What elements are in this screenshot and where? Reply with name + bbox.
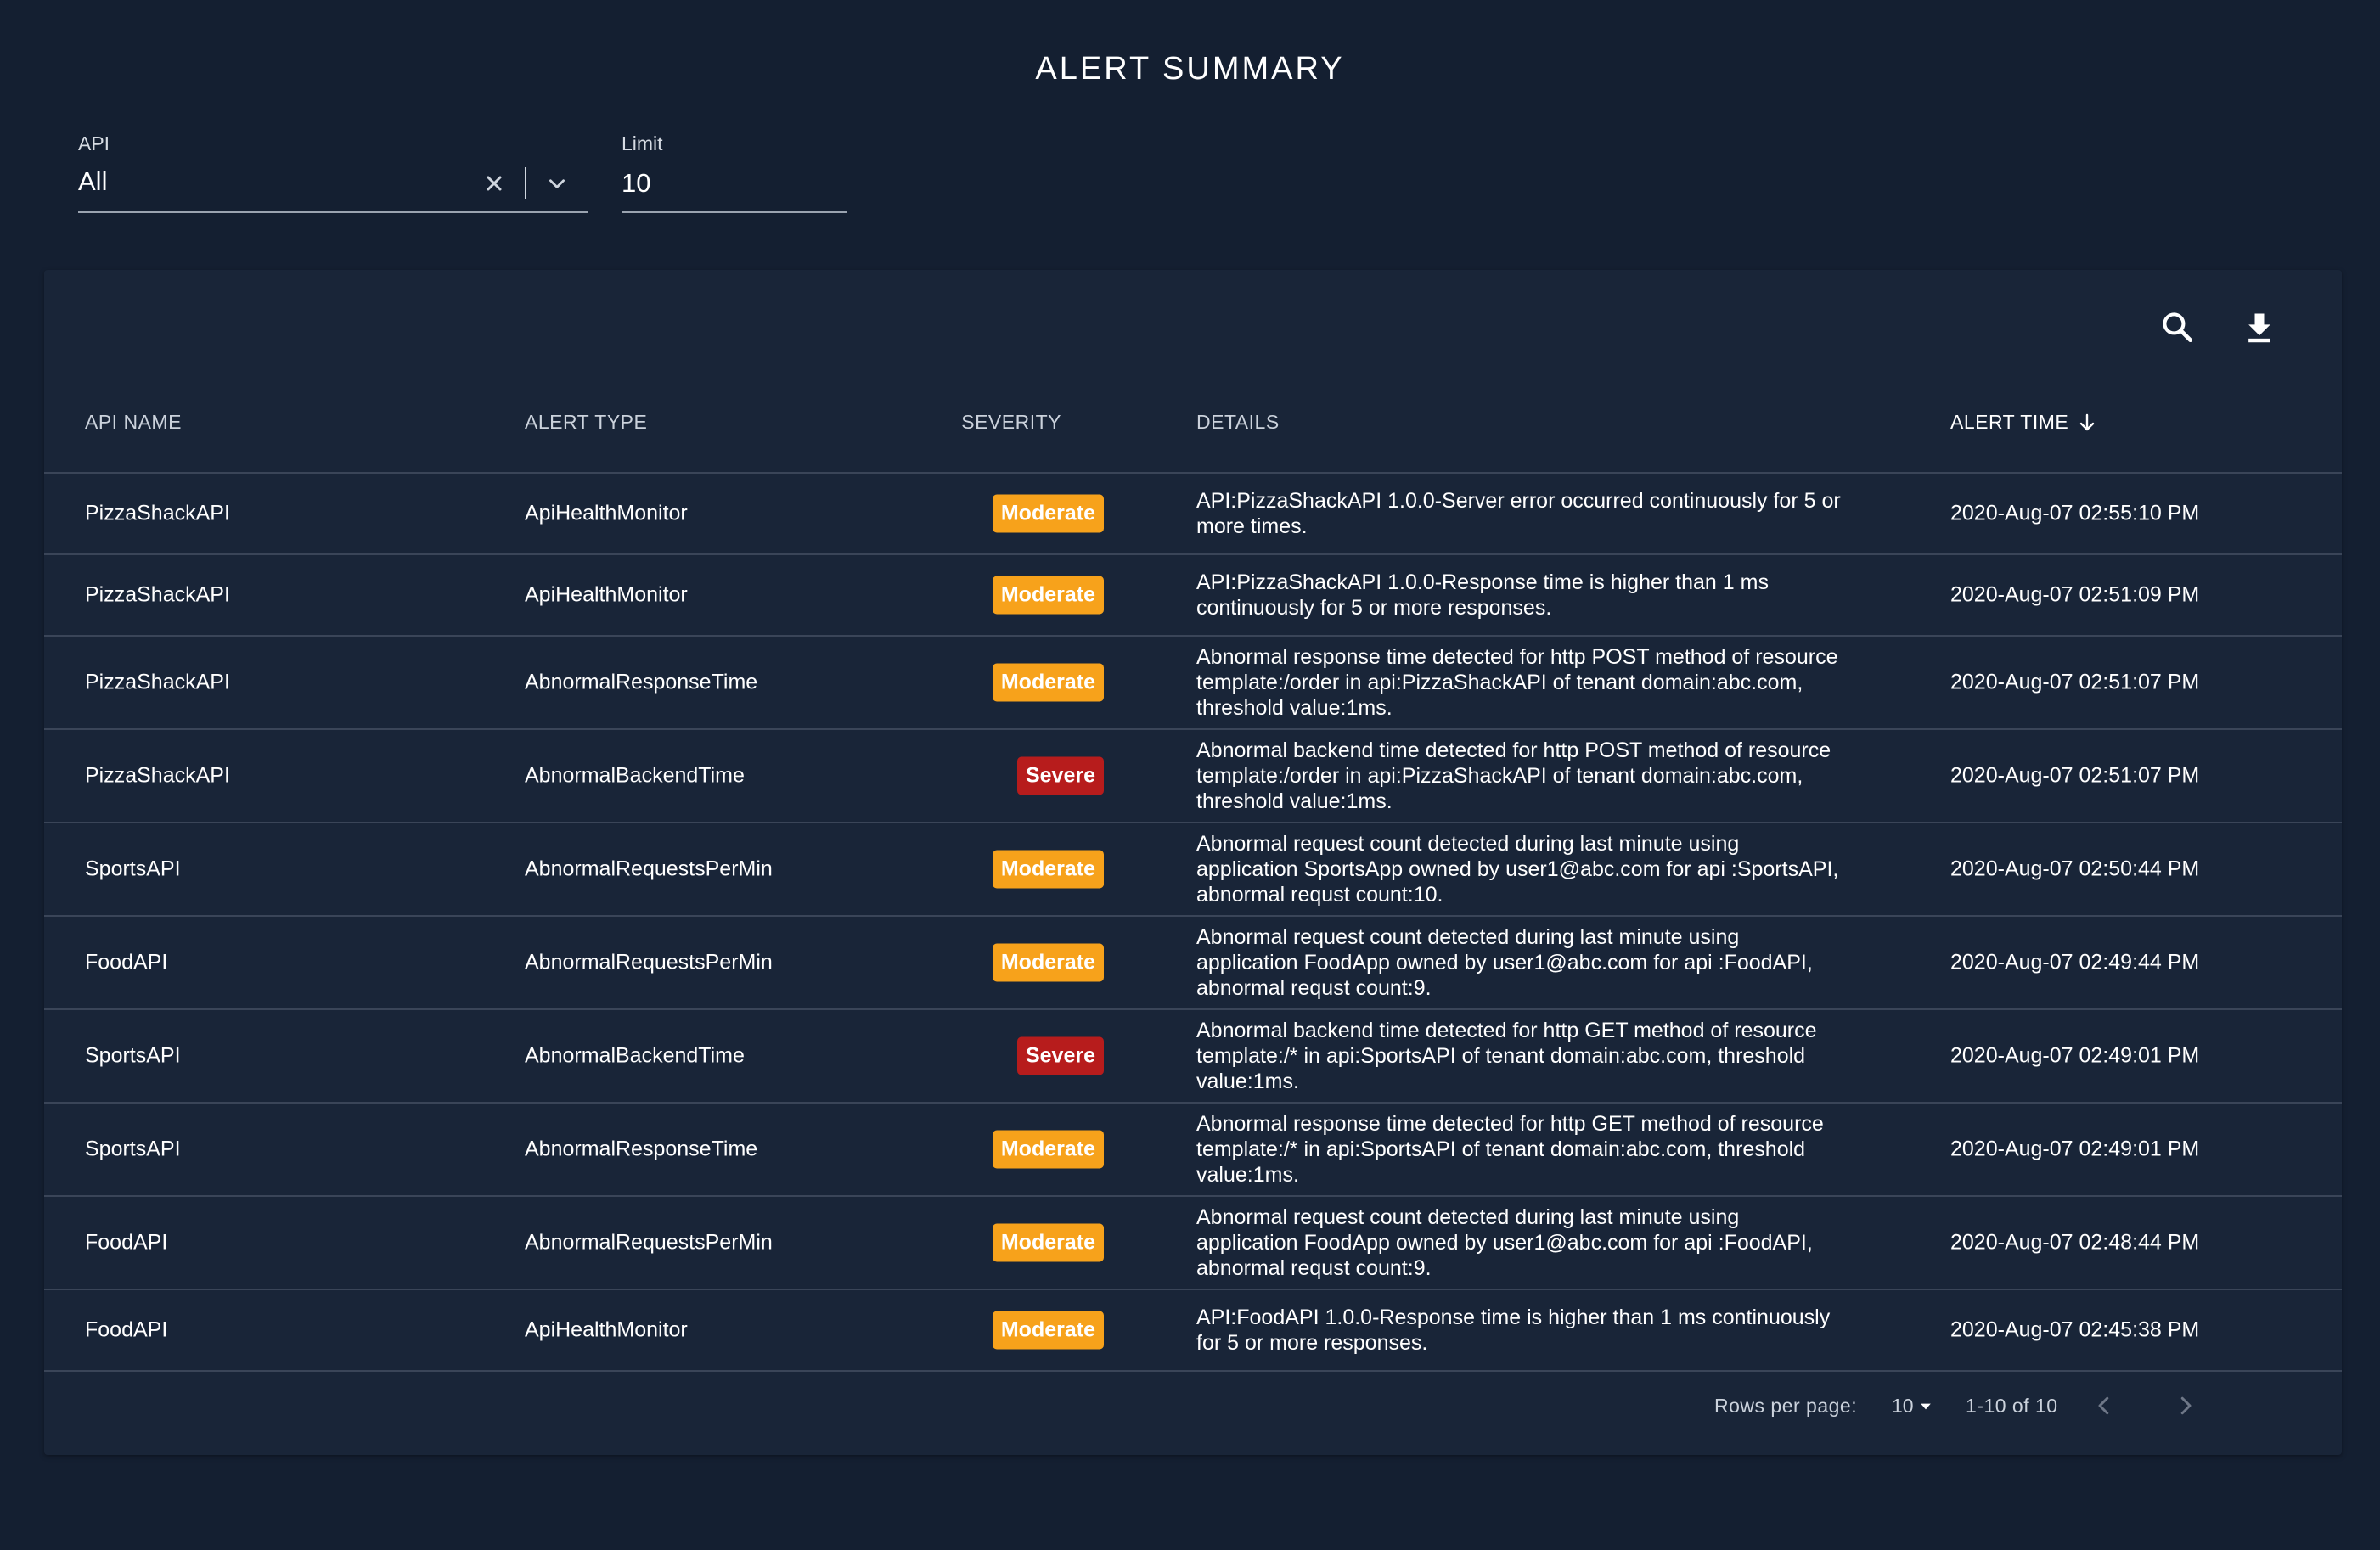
cell-severity: Moderate xyxy=(992,663,1104,702)
cell-alert-type: AbnormalRequestsPerMin xyxy=(525,950,773,974)
api-filter-label: API xyxy=(78,132,110,154)
cell-details: Abnormal backend time detected for http … xyxy=(1196,1019,1817,1093)
cell-api-name: PizzaShackAPI xyxy=(85,670,230,694)
alerts-table-body: PizzaShackAPI ApiHealthMonitor Moderate … xyxy=(44,472,2342,1372)
cell-alert-type: AbnormalBackendTime xyxy=(525,763,745,788)
cell-severity: Moderate xyxy=(992,850,1104,889)
cell-api-name: SportsAPI xyxy=(85,856,181,881)
cell-details: Abnormal response time detected for http… xyxy=(1196,645,1838,720)
severity-badge: Moderate xyxy=(992,1130,1104,1169)
cell-alert-type: AbnormalResponseTime xyxy=(525,670,758,694)
api-filter-separator xyxy=(525,167,526,199)
cell-alert-type: ApiHealthMonitor xyxy=(525,501,688,525)
pagination-range: 1-10 of 10 xyxy=(1966,1395,2058,1417)
cell-severity: Severe xyxy=(1016,1036,1104,1075)
chevron-down-icon[interactable] xyxy=(540,166,574,200)
table-row[interactable]: FoodAPI AbnormalRequestsPerMin Moderate … xyxy=(44,1195,2342,1289)
severity-badge: Moderate xyxy=(992,1311,1104,1350)
rows-per-page-select[interactable]: 10 xyxy=(1892,1395,1934,1418)
cell-severity: Moderate xyxy=(992,943,1104,982)
search-icon[interactable] xyxy=(2156,306,2200,350)
header-alert-time[interactable]: ALERT TIME xyxy=(1950,411,2097,434)
cell-api-name: SportsAPI xyxy=(85,1043,181,1068)
table-row[interactable]: SportsAPI AbnormalResponseTime Moderate … xyxy=(44,1102,2342,1195)
table-row[interactable]: PizzaShackAPI ApiHealthMonitor Moderate … xyxy=(44,553,2342,635)
severity-badge: Severe xyxy=(1016,756,1104,795)
cell-details: Abnormal request count detected during l… xyxy=(1196,925,1813,1000)
cell-alert-type: ApiHealthMonitor xyxy=(525,1317,688,1342)
limit-input[interactable]: 10 xyxy=(622,168,650,199)
cell-alert-time: 2020-Aug-07 02:49:01 PM xyxy=(1950,1043,2200,1068)
cell-severity: Severe xyxy=(1016,756,1104,795)
severity-badge: Moderate xyxy=(992,1223,1104,1262)
cell-severity: Moderate xyxy=(992,494,1104,533)
cell-alert-time: 2020-Aug-07 02:51:07 PM xyxy=(1950,763,2200,788)
cell-alert-type: AbnormalResponseTime xyxy=(525,1137,758,1161)
cell-severity: Moderate xyxy=(992,576,1104,615)
cell-details: Abnormal request count detected during l… xyxy=(1196,1205,1813,1280)
header-severity[interactable]: SEVERITY xyxy=(961,411,1061,434)
cell-alert-type: AbnormalRequestsPerMin xyxy=(525,1230,773,1255)
severity-badge: Moderate xyxy=(992,850,1104,889)
cell-alert-time: 2020-Aug-07 02:49:44 PM xyxy=(1950,950,2200,974)
cell-alert-time: 2020-Aug-07 02:48:44 PM xyxy=(1950,1230,2200,1255)
cell-api-name: FoodAPI xyxy=(85,1230,168,1255)
table-row[interactable]: PizzaShackAPI ApiHealthMonitor Moderate … xyxy=(44,472,2342,553)
cell-details: Abnormal response time detected for http… xyxy=(1196,1112,1824,1187)
chevron-right-icon[interactable] xyxy=(2167,1387,2204,1424)
table-row[interactable]: SportsAPI AbnormalRequestsPerMin Moderat… xyxy=(44,822,2342,915)
cell-api-name: PizzaShackAPI xyxy=(85,582,230,607)
severity-badge: Moderate xyxy=(992,663,1104,702)
cell-details: API:FoodAPI 1.0.0-Response time is highe… xyxy=(1196,1306,1831,1355)
rows-per-page-value: 10 xyxy=(1892,1395,1914,1417)
table-row[interactable]: FoodAPI AbnormalRequestsPerMin Moderate … xyxy=(44,915,2342,1008)
cell-details: Abnormal backend time detected for http … xyxy=(1196,738,1831,813)
cell-alert-time: 2020-Aug-07 02:45:38 PM xyxy=(1950,1317,2200,1342)
cell-alert-time: 2020-Aug-07 02:55:10 PM xyxy=(1950,501,2200,525)
cell-severity: Moderate xyxy=(992,1130,1104,1169)
table-row[interactable]: PizzaShackAPI AbnormalBackendTime Severe… xyxy=(44,728,2342,822)
cell-severity: Moderate xyxy=(992,1311,1104,1350)
severity-badge: Severe xyxy=(1016,1036,1104,1075)
cell-details: Abnormal request count detected during l… xyxy=(1196,832,1839,907)
table-row[interactable]: FoodAPI ApiHealthMonitor Moderate API:Fo… xyxy=(44,1289,2342,1372)
severity-badge: Moderate xyxy=(992,576,1104,615)
api-filter-underline xyxy=(78,211,588,213)
clear-icon[interactable] xyxy=(477,166,511,200)
cell-details: API:PizzaShackAPI 1.0.0-Response time is… xyxy=(1196,570,1769,620)
cell-alert-type: AbnormalRequestsPerMin xyxy=(525,856,773,881)
cell-api-name: FoodAPI xyxy=(85,1317,168,1342)
severity-badge: Moderate xyxy=(992,943,1104,982)
cell-alert-type: AbnormalBackendTime xyxy=(525,1043,745,1068)
page-title: ALERT SUMMARY xyxy=(1035,51,1345,87)
cell-alert-type: ApiHealthMonitor xyxy=(525,582,688,607)
table-row[interactable]: SportsAPI AbnormalBackendTime Severe Abn… xyxy=(44,1008,2342,1102)
api-filter-input[interactable]: All xyxy=(78,166,107,197)
rows-per-page-label: Rows per page: xyxy=(1714,1395,1858,1417)
cell-alert-time: 2020-Aug-07 02:51:09 PM xyxy=(1950,582,2200,607)
header-details[interactable]: DETAILS xyxy=(1196,411,1280,434)
sort-arrow-down-icon xyxy=(2080,413,2095,430)
limit-filter-label: Limit xyxy=(622,132,663,154)
cell-api-name: PizzaShackAPI xyxy=(85,501,230,525)
table-row[interactable]: PizzaShackAPI AbnormalResponseTime Moder… xyxy=(44,635,2342,728)
cell-alert-time: 2020-Aug-07 02:49:01 PM xyxy=(1950,1137,2200,1161)
limit-filter-underline xyxy=(622,211,847,213)
cell-api-name: PizzaShackAPI xyxy=(85,763,230,788)
caret-down-icon xyxy=(1920,1403,1931,1409)
cell-alert-time: 2020-Aug-07 02:50:44 PM xyxy=(1950,856,2200,881)
cell-alert-time: 2020-Aug-07 02:51:07 PM xyxy=(1950,670,2200,694)
header-alert-type[interactable]: ALERT TYPE xyxy=(525,411,647,434)
header-api-name[interactable]: API NAME xyxy=(85,411,182,434)
alert-summary-page: ALERT SUMMARY API All Limit 10 API NAME … xyxy=(0,0,2380,1550)
header-alert-time-label: ALERT TIME xyxy=(1950,411,2069,433)
severity-badge: Moderate xyxy=(992,494,1104,533)
download-icon[interactable] xyxy=(2237,306,2282,350)
chevron-left-icon[interactable] xyxy=(2085,1387,2123,1424)
cell-severity: Moderate xyxy=(992,1223,1104,1262)
cell-api-name: SportsAPI xyxy=(85,1137,181,1161)
cell-details: API:PizzaShackAPI 1.0.0-Server error occ… xyxy=(1196,489,1841,538)
cell-api-name: FoodAPI xyxy=(85,950,168,974)
